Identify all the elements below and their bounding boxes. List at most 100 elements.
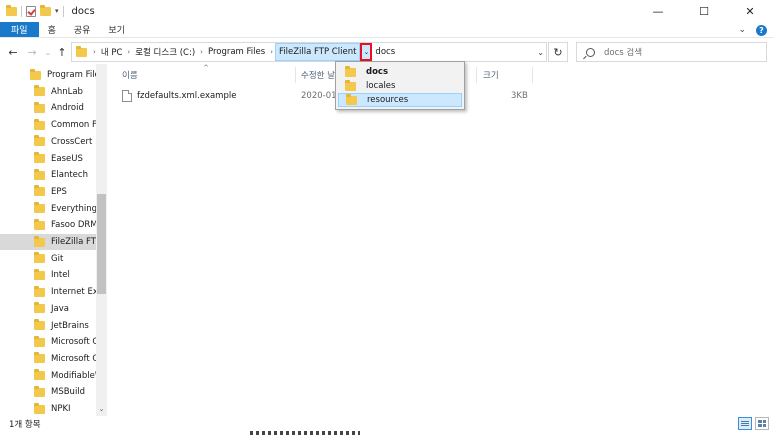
taskbar-fragment bbox=[250, 431, 360, 435]
breadcrumb-local-disk[interactable]: 로컬 디스크 (C:) bbox=[132, 43, 198, 61]
nav-item-label: NPKI bbox=[51, 404, 71, 414]
help-icon[interactable]: ? bbox=[756, 24, 767, 36]
nav-item[interactable]: FileZilla FTP Client bbox=[0, 234, 96, 250]
nav-item[interactable]: Elantech bbox=[0, 167, 96, 183]
nav-item[interactable]: Fasoo DRM bbox=[0, 217, 96, 233]
nav-scrollbar-thumb[interactable] bbox=[97, 194, 106, 294]
back-button[interactable]: ← bbox=[5, 43, 21, 61]
folder-icon bbox=[34, 135, 45, 147]
nav-item[interactable]: MSBuild bbox=[0, 384, 96, 400]
nav-item[interactable]: Internet Explorer bbox=[0, 284, 96, 300]
breadcrumb-program-files[interactable]: Program Files bbox=[205, 43, 268, 61]
nav-item[interactable]: Java bbox=[0, 301, 96, 317]
tab-share[interactable]: 공유 bbox=[65, 22, 100, 37]
folder-icon bbox=[34, 385, 45, 397]
nav-item[interactable]: EaseUS bbox=[0, 151, 96, 167]
nav-scrollbar[interactable]: ⌄ bbox=[96, 64, 107, 416]
status-bar: 1개 항목 bbox=[0, 416, 773, 432]
nav-item-label: Microsoft Office bbox=[51, 337, 96, 348]
breadcrumb-subfolder-arrow[interactable]: ⌄ bbox=[360, 43, 373, 61]
refresh-icon: ↻ bbox=[553, 45, 563, 59]
nav-item[interactable]: CrossCert bbox=[0, 134, 96, 150]
nav-item[interactable]: NPKI bbox=[0, 401, 96, 416]
nav-item[interactable]: Everything bbox=[0, 201, 96, 217]
search-placeholder: docs 검색 bbox=[604, 48, 643, 58]
nav-item[interactable]: JetBrains bbox=[0, 318, 96, 334]
nav-item-label: Fasoo DRM bbox=[51, 220, 96, 231]
properties-icon[interactable] bbox=[26, 5, 36, 17]
address-bar[interactable]: › 내 PC › 로컬 디스크 (C:) › Program Files › F… bbox=[71, 42, 547, 62]
maximize-button[interactable]: ☐ bbox=[681, 0, 727, 22]
new-folder-icon[interactable] bbox=[40, 4, 51, 16]
file-row[interactable]: fzdefaults.xml.example bbox=[122, 88, 236, 104]
nav-item-label: Internet Explorer bbox=[51, 287, 96, 298]
nav-item-label: FileZilla FTP Client bbox=[51, 237, 96, 247]
view-buttons bbox=[738, 417, 769, 430]
nav-item[interactable]: AhnLab bbox=[0, 84, 96, 100]
file-icon bbox=[122, 90, 132, 102]
nav-item-label: ModifiableWindowsApps bbox=[51, 370, 96, 381]
breadcrumb-filezilla[interactable]: FileZilla FTP Client bbox=[275, 43, 361, 61]
dropdown-item-docs[interactable]: docs bbox=[338, 65, 462, 79]
up-button[interactable]: ↑ bbox=[54, 43, 70, 61]
folder-icon bbox=[346, 93, 357, 105]
nav-item-label: Git bbox=[51, 253, 64, 264]
folder-icon bbox=[34, 185, 45, 197]
tab-view[interactable]: 보기 bbox=[99, 22, 134, 37]
file-modified: 2020-01- bbox=[301, 91, 340, 101]
dropdown-item-label: resources bbox=[367, 95, 409, 105]
dropdown-item-locales[interactable]: locales bbox=[338, 79, 462, 93]
folder-icon bbox=[34, 101, 45, 113]
search-input[interactable]: docs 검색 bbox=[576, 42, 767, 62]
nav-item[interactable]: Git bbox=[0, 251, 96, 267]
file-name: fzdefaults.xml.example bbox=[137, 91, 237, 101]
nav-item[interactable]: Program Files bbox=[0, 67, 96, 83]
close-button[interactable]: ✕ bbox=[727, 0, 773, 22]
nav-item-label: Intel bbox=[51, 270, 70, 281]
minimize-button[interactable]: — bbox=[635, 0, 681, 22]
breadcrumb-docs[interactable]: docs bbox=[372, 43, 398, 61]
column-divider[interactable] bbox=[295, 67, 296, 83]
column-header-size[interactable]: 크기 bbox=[483, 69, 499, 81]
nav-item[interactable]: ModifiableWindowsApps bbox=[0, 368, 96, 384]
breadcrumb-separator[interactable]: › bbox=[125, 48, 132, 56]
scroll-down-icon[interactable]: ⌄ bbox=[96, 404, 107, 414]
toolbar-divider bbox=[62, 5, 64, 17]
nav-item-label: Elantech bbox=[51, 170, 88, 181]
column-divider[interactable] bbox=[476, 67, 477, 83]
nav-item[interactable]: Microsoft Office 15 bbox=[0, 351, 96, 367]
nav-item-label: Microsoft Office 15 bbox=[51, 353, 96, 364]
large-icons-view-button[interactable] bbox=[755, 417, 769, 430]
nav-item-label: Everything bbox=[51, 203, 96, 214]
details-view-button[interactable] bbox=[738, 417, 752, 430]
folder-icon bbox=[34, 319, 45, 330]
folder-icon bbox=[34, 252, 45, 264]
nav-item[interactable]: Intel bbox=[0, 267, 96, 283]
nav-item[interactable]: Common Files bbox=[0, 117, 96, 133]
breadcrumb-separator[interactable]: › bbox=[268, 48, 275, 56]
quick-access-toolbar: ▾ bbox=[6, 4, 64, 17]
nav-item[interactable]: EPS bbox=[0, 184, 96, 200]
breadcrumb-separator[interactable]: › bbox=[198, 48, 205, 56]
refresh-button[interactable]: ↻ bbox=[548, 42, 568, 62]
address-history-dropdown[interactable]: ⌄ bbox=[537, 43, 544, 61]
tab-home[interactable]: 홈 bbox=[39, 22, 65, 37]
forward-button[interactable]: → bbox=[24, 43, 40, 61]
folder-icon bbox=[34, 218, 45, 230]
folder-icon bbox=[34, 402, 45, 414]
customize-toolbar-icon[interactable]: ▾ bbox=[55, 7, 59, 15]
nav-item[interactable]: Android bbox=[0, 100, 96, 116]
item-count: 1개 항목 bbox=[9, 420, 41, 430]
breadcrumb-separator[interactable]: › bbox=[91, 48, 98, 56]
nav-item-label: Java bbox=[51, 303, 69, 314]
folder-icon bbox=[6, 4, 17, 16]
folder-icon bbox=[345, 65, 356, 77]
dropdown-item-resources[interactable]: resources bbox=[338, 93, 462, 107]
expand-ribbon-icon[interactable]: ⌄ bbox=[738, 25, 746, 35]
folder-icon bbox=[345, 79, 356, 91]
column-divider[interactable] bbox=[532, 67, 533, 83]
nav-item[interactable]: Microsoft Office bbox=[0, 334, 96, 350]
tab-file[interactable]: 파일 bbox=[0, 22, 39, 37]
breadcrumb-this-pc[interactable]: 내 PC bbox=[98, 43, 126, 61]
column-header-name[interactable]: 이름 bbox=[122, 69, 138, 81]
